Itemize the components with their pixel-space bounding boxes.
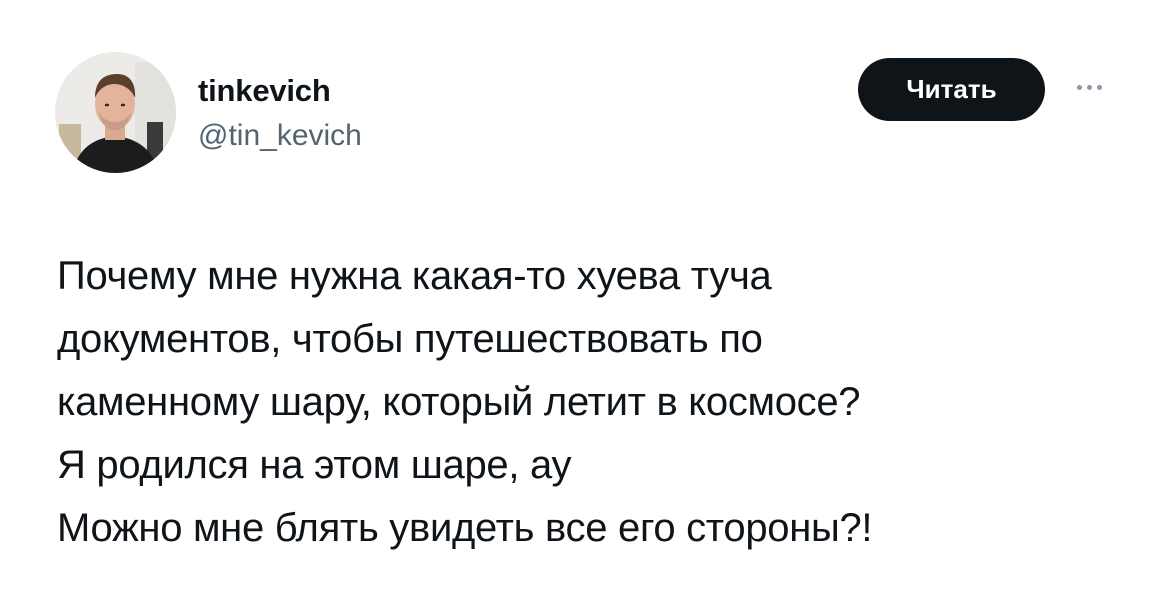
dot xyxy=(1086,84,1092,90)
tweet-card: tinkevich @tin_kevich Читать Почему мне … xyxy=(0,0,1170,603)
tweet-line: Можно мне блять увидеть все его стороны?… xyxy=(57,506,873,550)
tweet-line: каменному шару, который летит в космосе? xyxy=(57,380,861,424)
tweet-line: документов, чтобы путешествовать по xyxy=(57,317,763,361)
author-names: tinkevich @tin_kevich xyxy=(198,72,362,156)
avatar[interactable] xyxy=(55,52,176,173)
dot xyxy=(1096,84,1102,90)
tweet-line: Почему мне нужна какая-то хуева туча xyxy=(57,254,772,298)
display-name[interactable]: tinkevich xyxy=(198,72,362,110)
follow-button[interactable]: Читать xyxy=(858,58,1045,121)
more-button[interactable] xyxy=(1066,72,1112,102)
profile-photo xyxy=(55,52,176,173)
tweet-text: Почему мне нужна какая-то хуева туча док… xyxy=(57,245,1137,560)
tweet-line: Я родился на этом шаре, ау xyxy=(57,443,572,487)
dot xyxy=(1076,84,1082,90)
user-handle[interactable]: @tin_kevich xyxy=(198,116,362,156)
more-dots-icon xyxy=(1076,84,1102,90)
